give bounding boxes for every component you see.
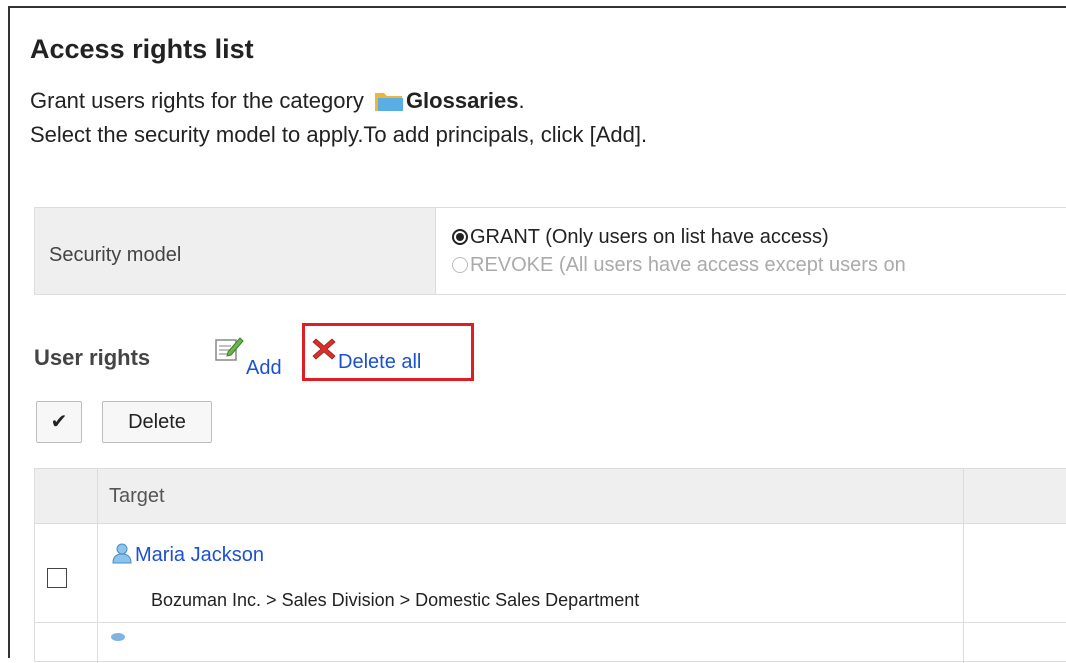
delete-button[interactable]: Delete — [102, 401, 212, 443]
security-model-label-cell: Security model — [34, 207, 436, 295]
radio-grant[interactable]: GRANT (Only users on list have access) — [452, 226, 829, 249]
category-name: Glossaries — [405, 88, 519, 113]
row-checkbox[interactable] — [47, 568, 67, 588]
row-checkbox-cell — [35, 524, 98, 622]
radio-selected-icon[interactable] — [452, 229, 468, 245]
user-icon — [111, 633, 125, 641]
organization-path: Bozuman Inc. > Sales Division > Domestic… — [151, 590, 640, 610]
row-target-cell — [97, 623, 964, 663]
security-model-label: Security model — [49, 244, 182, 266]
header-target-cell: Target — [97, 469, 964, 525]
row-target-cell: Maria Jackson Bozuman Inc. > Sales Divis… — [97, 524, 964, 622]
add-link[interactable]: Add — [214, 334, 282, 379]
table-row: Maria Jackson Bozuman Inc. > Sales Divis… — [34, 523, 1066, 623]
description-suffix: . — [518, 88, 525, 113]
add-link-label[interactable]: Add — [246, 357, 282, 379]
user-icon — [112, 543, 132, 564]
radio-grant-label: GRANT (Only users on list have access) — [470, 226, 829, 248]
security-model-table: Security model GRANT (Only users on list… — [34, 207, 1066, 295]
row-checkbox-cell — [35, 623, 98, 663]
delete-all-link[interactable]: Delete all — [312, 337, 421, 373]
page-title: Access rights list — [30, 34, 254, 64]
header-target: Target — [109, 485, 165, 507]
table-row — [34, 622, 1066, 663]
delete-all-label[interactable]: Delete all — [338, 351, 421, 373]
radio-unselected-icon[interactable] — [452, 257, 468, 273]
radio-revoke[interactable]: REVOKE (All users have access except use… — [452, 254, 906, 277]
description-prefix: Grant users rights for the category — [30, 88, 370, 113]
user-link[interactable]: Maria Jackson — [111, 542, 264, 567]
security-model-options: GRANT (Only users on list have access) R… — [436, 207, 1066, 295]
table-header: Target — [34, 468, 1066, 525]
delete-x-icon — [312, 338, 336, 360]
radio-revoke-label: REVOKE (All users have access except use… — [470, 254, 906, 276]
edit-icon — [215, 337, 244, 361]
header-checkbox-cell — [35, 469, 98, 525]
folder-icon — [374, 90, 404, 118]
select-all-button[interactable]: ✔ — [36, 401, 82, 443]
category-description: Grant users rights for the category Glos… — [30, 88, 525, 118]
user-name[interactable]: Maria Jackson — [135, 544, 264, 566]
user-rights-heading: User rights — [34, 345, 151, 370]
instruction-text: Select the security model to apply.To ad… — [30, 122, 648, 147]
